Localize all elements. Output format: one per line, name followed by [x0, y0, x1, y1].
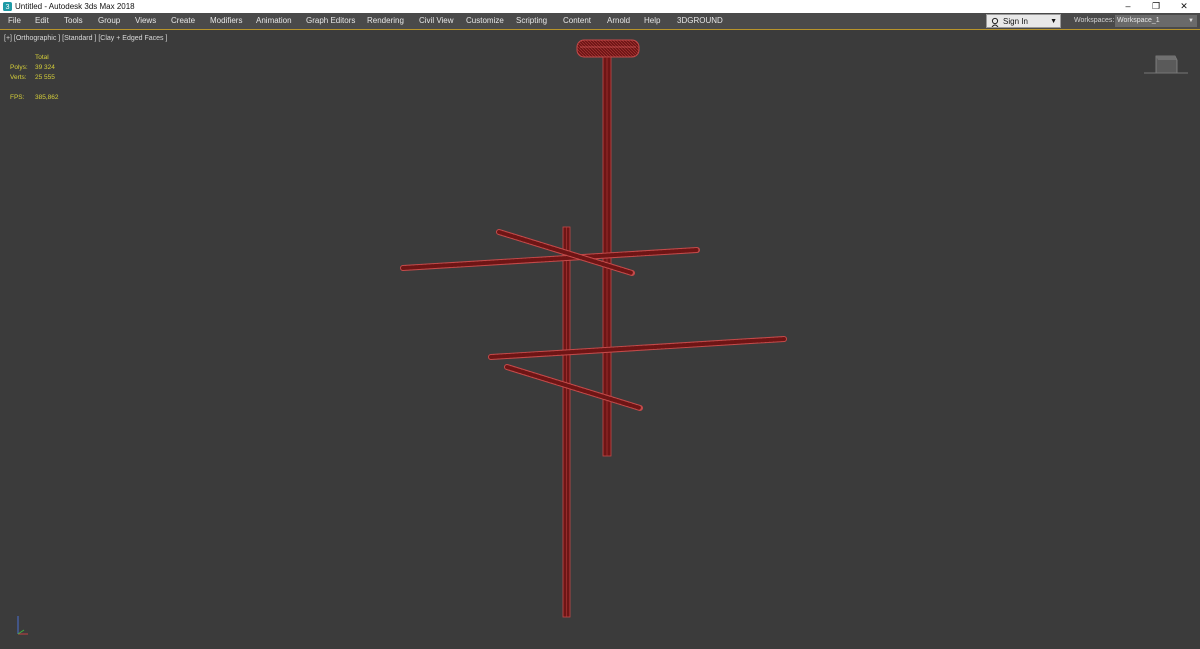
stats-fps-label: FPS: [10, 94, 25, 101]
view-cube-icon[interactable] [1144, 55, 1188, 74]
viewport-scene [17, 39, 1188, 635]
stats-total-label: Total [35, 54, 49, 61]
stats-verts-label: Verts: [10, 74, 27, 81]
crossbar-lower-diagonal[interactable] [504, 364, 643, 411]
vertical-rod-left[interactable] [562, 226, 571, 618]
canopy-disc[interactable] [576, 39, 640, 58]
crossbar-lower-long[interactable] [488, 336, 787, 360]
stats-verts-value: 25 555 [35, 74, 55, 81]
crossbar-upper-long[interactable] [400, 247, 700, 271]
stats-fps-value: 385,862 [35, 94, 59, 101]
viewport-label[interactable]: [+] [Orthographic ] [Standard ] [Clay + … [4, 34, 167, 43]
stats-polys-value: 39 324 [35, 64, 55, 71]
stats-polys-label: Polys: [10, 64, 28, 71]
axis-tripod-icon [17, 616, 28, 635]
